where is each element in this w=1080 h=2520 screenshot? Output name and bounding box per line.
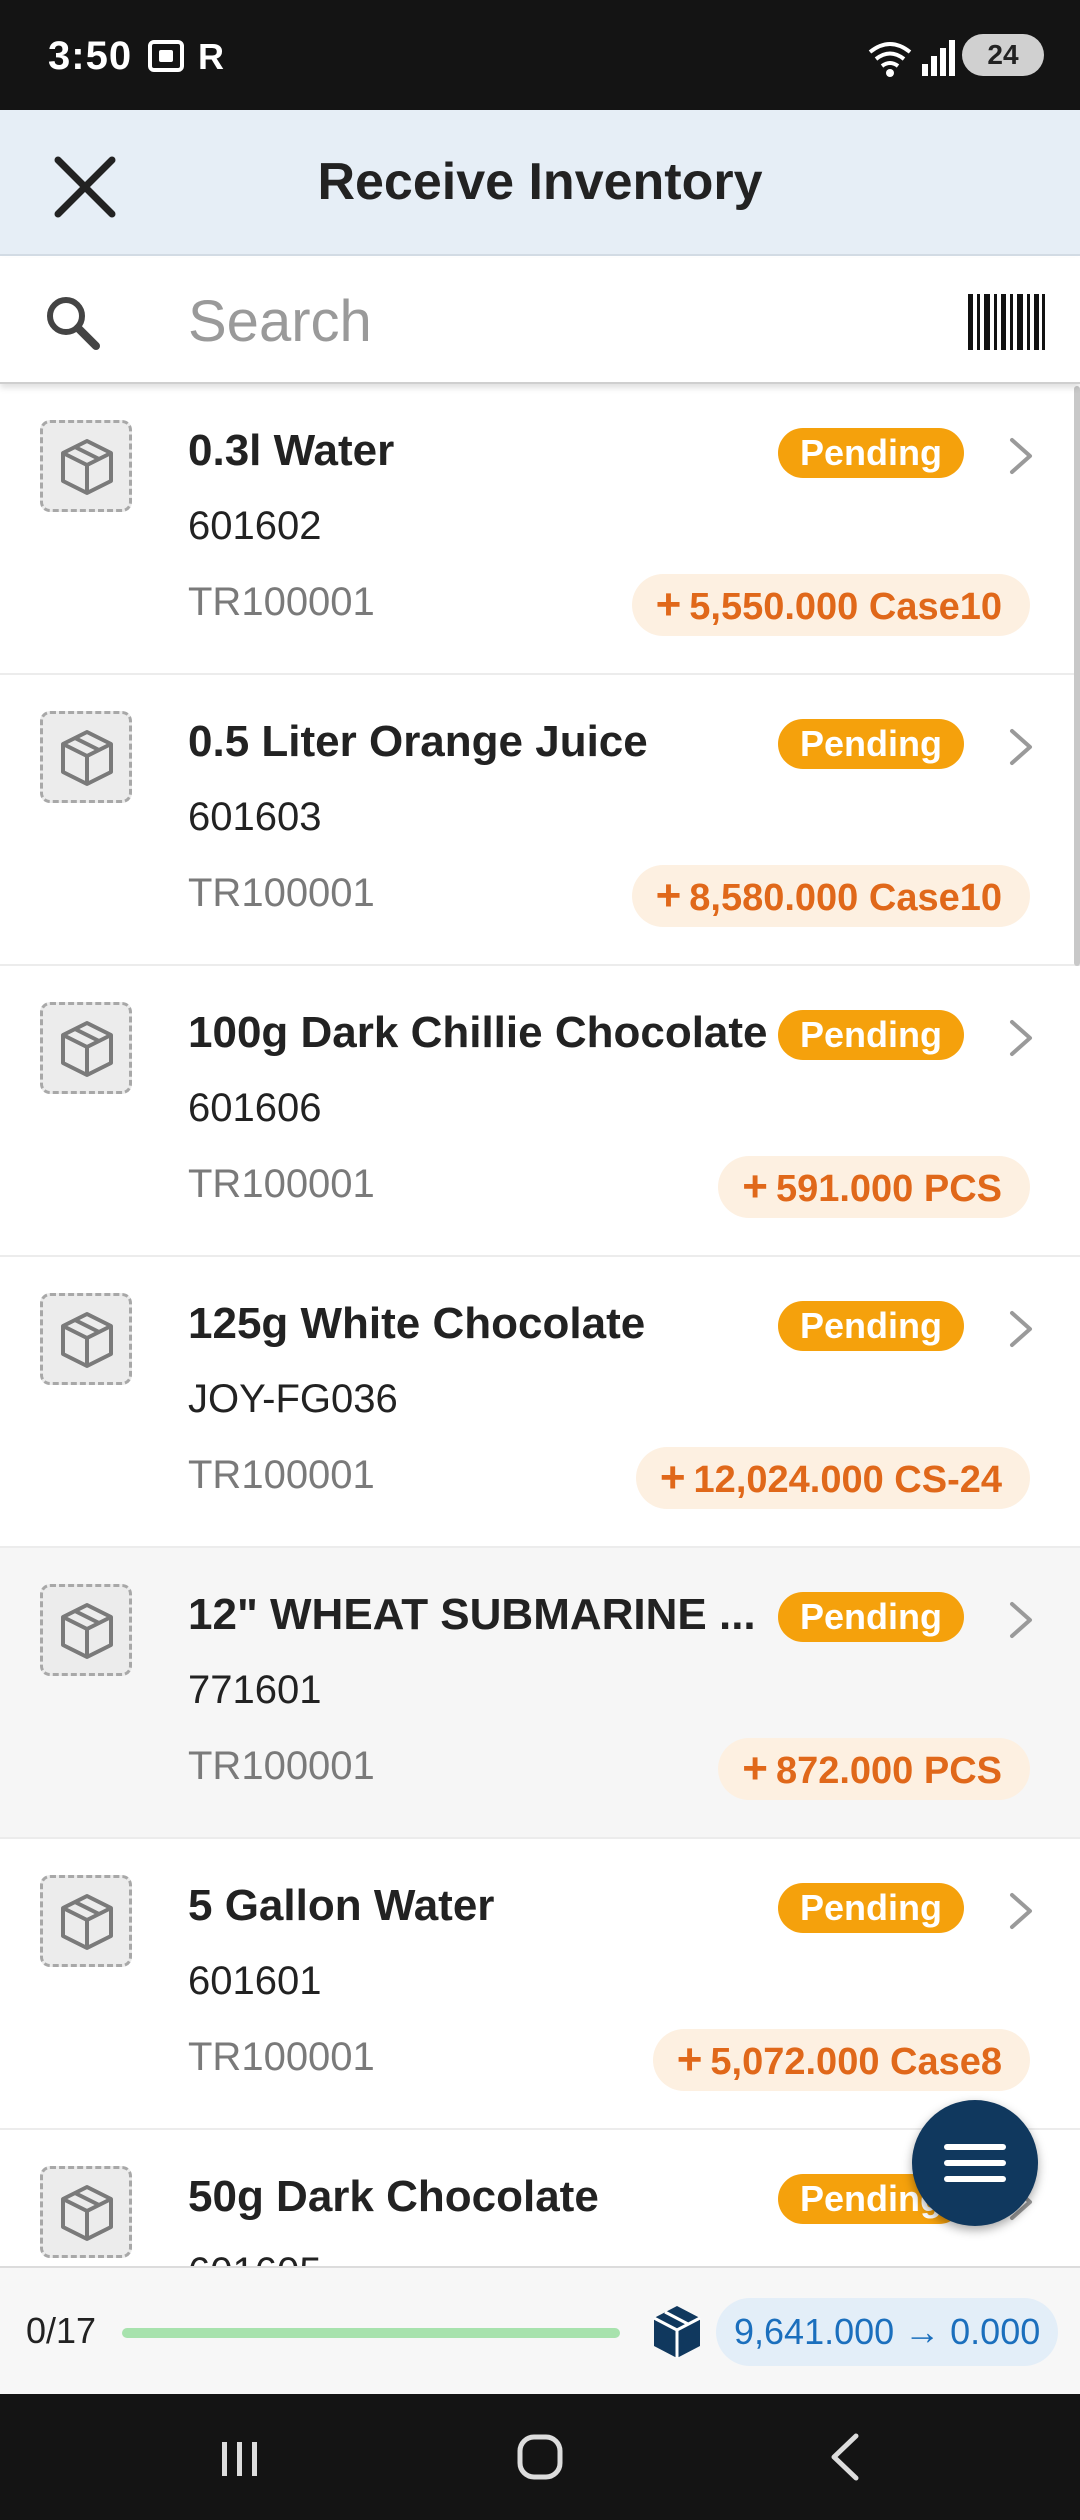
package-icon [40, 1002, 132, 1094]
status-badge: Pending [778, 1010, 964, 1060]
page-title: Receive Inventory [317, 153, 763, 211]
item-name: 100g Dark Chillie Chocolate [188, 1008, 768, 1057]
quantity-value: 5,072.000 Case8 [710, 2041, 1002, 2083]
quantity-value: 591.000 PCS [775, 1168, 1002, 1210]
list-item[interactable]: 0.5 Liter Orange Juice 601603 TR100001 Pend… [0, 675, 1080, 966]
quantity-value: 5,550.000 Case10 [689, 586, 1002, 628]
item-name: 12" WHEAT SUBMARINE ... [188, 1590, 756, 1639]
battery-indicator: 24 [962, 34, 1044, 76]
app-header: Receive Inventory [0, 110, 1080, 256]
quantity-badge: +872.000 PCS [718, 1738, 1030, 1800]
chevron-right-icon [1006, 727, 1036, 767]
package-icon [40, 1584, 132, 1676]
item-code: 601602 [188, 504, 322, 548]
back-icon [831, 2433, 859, 2481]
menu-fab-button[interactable] [912, 2100, 1038, 2226]
list-item[interactable]: 12" WHEAT SUBMARINE ... 771601 TR100001 Pen… [0, 1548, 1080, 1839]
item-reference: TR100001 [188, 580, 375, 624]
package-icon [40, 1293, 132, 1385]
quantity-totals: 9,641.000 → 0.000 [716, 2298, 1059, 2366]
list-item[interactable]: 5 Gallon Water 601601 TR100001 Pending +5,07… [0, 1839, 1080, 2130]
wifi-icon [866, 38, 914, 87]
quantity-badge: +5,550.000 Case10 [631, 574, 1030, 636]
item-name: 0.5 Liter Orange Juice [188, 717, 648, 766]
item-name: 125g White Chocolate [188, 1299, 646, 1348]
status-badge: Pending [778, 1592, 964, 1642]
inventory-list: 0.3l Water 601602 TR100001 Pending +5,550.00… [0, 384, 1080, 2266]
quantity-badge: +12,024.000 CS-24 [635, 1447, 1030, 1509]
list-item[interactable]: 0.3l Water 601602 TR100001 Pending +5,550.00… [0, 384, 1080, 675]
item-reference: TR100001 [188, 1453, 375, 1497]
item-code: JOY-FG036 [188, 1377, 398, 1421]
item-code: 601605 [188, 2250, 321, 2266]
item-reference: TR100001 [188, 1744, 375, 1788]
chevron-right-icon [1006, 1600, 1036, 1640]
home-icon [517, 2434, 563, 2480]
item-name: 5 Gallon Water [188, 1881, 495, 1930]
status-badge: Pending [778, 1301, 964, 1351]
recents-button[interactable] [200, 2422, 280, 2492]
item-reference: TR100001 [188, 2035, 375, 2079]
progress-bar [122, 2328, 620, 2338]
item-name: 50g Dark Chocolate [188, 2172, 599, 2221]
item-reference: TR100001 [188, 871, 375, 915]
item-reference: TR100001 [188, 1162, 375, 1206]
list-item[interactable]: 125g White Chocolate JOY-FG036 TR100001 Pen… [0, 1257, 1080, 1548]
quantity-value: 8,580.000 Case10 [689, 877, 1002, 919]
item-code: 601603 [188, 795, 322, 839]
scrollbar[interactable] [1074, 386, 1080, 966]
recents-icon [222, 2442, 257, 2476]
battery-level: 24 [987, 39, 1019, 70]
search-input[interactable] [188, 282, 928, 360]
search-icon [40, 290, 104, 354]
item-code: 601606 [188, 1086, 322, 1130]
barcode-icon [968, 294, 1045, 350]
status-badge: Pending [778, 428, 964, 478]
package-icon [40, 711, 132, 803]
signal-icon [920, 38, 958, 87]
quantity-value: 12,024.000 CS-24 [693, 1459, 1002, 1501]
package-icon [40, 1875, 132, 1967]
cube-icon [652, 2304, 702, 2360]
quantity-badge: +8,580.000 Case10 [631, 865, 1030, 927]
back-button[interactable] [806, 2422, 886, 2492]
status-time: 3:50 [48, 34, 133, 78]
status-carrier: R [198, 36, 224, 77]
progress-footer: 0/17 9,641.000 → 0.000 [0, 2266, 1080, 2394]
status-badge: Pending [778, 1883, 964, 1933]
chevron-right-icon [1006, 1309, 1036, 1349]
package-icon [40, 420, 132, 512]
package-icon [40, 2166, 132, 2258]
chevron-right-icon [1006, 1018, 1036, 1058]
item-code: 771601 [188, 1668, 322, 1712]
barcode-scan-button[interactable] [966, 292, 1046, 352]
quantity-badge: +591.000 PCS [718, 1156, 1030, 1218]
system-nav-bar [0, 2394, 1080, 2520]
chevron-right-icon [1006, 436, 1036, 476]
quantity-value: 872.000 PCS [775, 1750, 1002, 1792]
item-name: 0.3l Water [188, 426, 395, 475]
search-bar [0, 258, 1080, 384]
list-item[interactable]: 100g Dark Chillie Chocolate 601606 TR10000… [0, 966, 1080, 1257]
status-bar: 3:50 R 24 [0, 0, 1080, 110]
home-button[interactable] [500, 2422, 580, 2492]
quantity-badge: +5,072.000 Case8 [652, 2029, 1030, 2091]
status-badge: Pending [778, 719, 964, 769]
item-code: 601601 [188, 1959, 322, 2003]
screenshot-icon [146, 36, 186, 85]
chevron-right-icon [1006, 1891, 1036, 1931]
received-count: 0/17 [26, 2310, 97, 2351]
